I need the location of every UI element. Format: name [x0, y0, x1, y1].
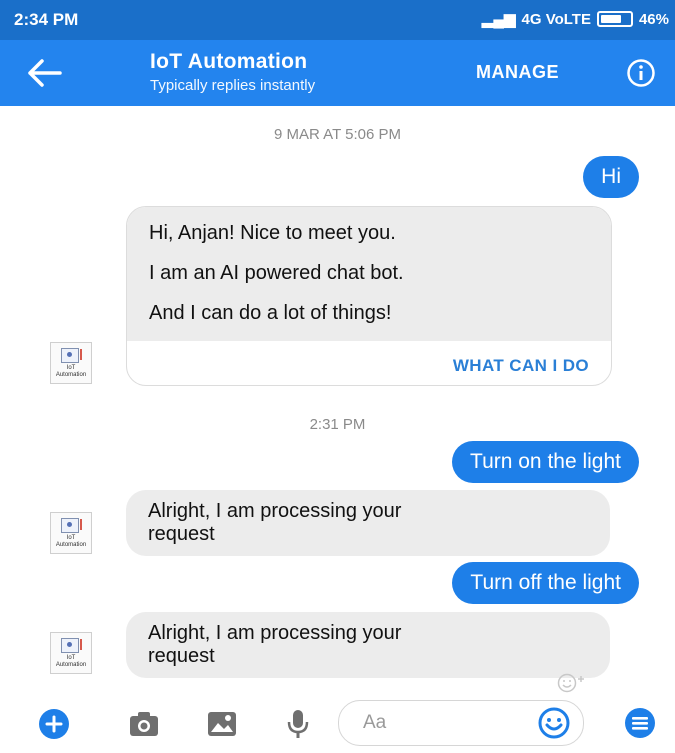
outgoing-message[interactable]: Turn on the light: [452, 441, 639, 483]
incoming-message[interactable]: Alright, I am processing your request: [126, 490, 610, 556]
logo-dot: [67, 352, 72, 357]
logo-dot: [67, 522, 72, 527]
page-title: IoT Automation: [150, 50, 308, 73]
card-body: Hi, Anjan! Nice to meet you. I am an AI …: [127, 207, 611, 341]
outgoing-message[interactable]: Hi: [583, 156, 639, 198]
timestamp: 2:31 PM: [309, 416, 366, 433]
signal-icon: ▂▄▆: [481, 11, 516, 28]
back-arrow-icon[interactable]: [22, 52, 66, 94]
bot-avatar[interactable]: IoT Automation: [50, 632, 92, 674]
status-icons: ▂▄▆ 4G VoLTE 46%: [481, 10, 669, 29]
emoji-icon[interactable]: [538, 707, 570, 739]
battery-percent: 46%: [638, 10, 669, 28]
page-subtitle: Typically replies instantly: [150, 77, 316, 94]
card-line: I am an AI powered chat bot.: [149, 262, 404, 284]
logo-bar: [80, 519, 82, 530]
message-input-placeholder: Aa: [363, 712, 387, 733]
logo-dot: [67, 642, 72, 647]
avatar-label: IoT Automation: [55, 535, 87, 548]
timestamp: 9 MAR AT 5:06 PM: [274, 126, 401, 143]
menu-icon[interactable]: [624, 707, 656, 739]
logo-bar: [80, 349, 82, 360]
avatar-label: IoT Automation: [55, 365, 87, 378]
avatar-label: IoT Automation: [55, 655, 87, 668]
info-icon[interactable]: [626, 58, 656, 88]
chat-thread[interactable]: 9 MAR AT 5:06 PM Hi Hi, Anjan! Nice to m…: [0, 106, 675, 696]
card-line: And I can do a lot of things!: [149, 302, 392, 324]
message-line: Alright, I am processing your: [148, 622, 402, 644]
reaction-icon[interactable]: [556, 672, 588, 694]
outgoing-message[interactable]: Turn off the light: [452, 562, 639, 604]
battery-icon: [596, 11, 633, 27]
microphone-icon[interactable]: [286, 708, 310, 740]
app-bar: IoT Automation Typically replies instant…: [0, 40, 675, 106]
message-line: request: [148, 645, 215, 667]
message-line: request: [148, 523, 215, 545]
network-label: 4G VoLTE: [521, 10, 591, 28]
manage-button[interactable]: MANAGE: [476, 62, 559, 83]
bot-avatar[interactable]: IoT Automation: [50, 342, 92, 384]
image-icon[interactable]: [206, 710, 238, 738]
card-line: Hi, Anjan! Nice to meet you.: [149, 222, 396, 244]
what-can-i-do-button[interactable]: WHAT CAN I DO: [127, 341, 611, 385]
conversation-title-block[interactable]: IoT Automation Typically replies instant…: [150, 50, 315, 94]
status-time: 2:34 PM: [14, 10, 79, 29]
status-bar: 2:34 PM ▂▄▆ 4G VoLTE 46%: [0, 0, 675, 40]
camera-icon[interactable]: [128, 710, 160, 738]
logo-bar: [80, 639, 82, 650]
bot-avatar[interactable]: IoT Automation: [50, 512, 92, 554]
message-line: Alright, I am processing your: [148, 500, 402, 522]
plus-icon[interactable]: [38, 708, 70, 740]
incoming-message[interactable]: Alright, I am processing your request: [126, 612, 610, 678]
bot-welcome-card: Hi, Anjan! Nice to meet you. I am an AI …: [126, 206, 612, 386]
